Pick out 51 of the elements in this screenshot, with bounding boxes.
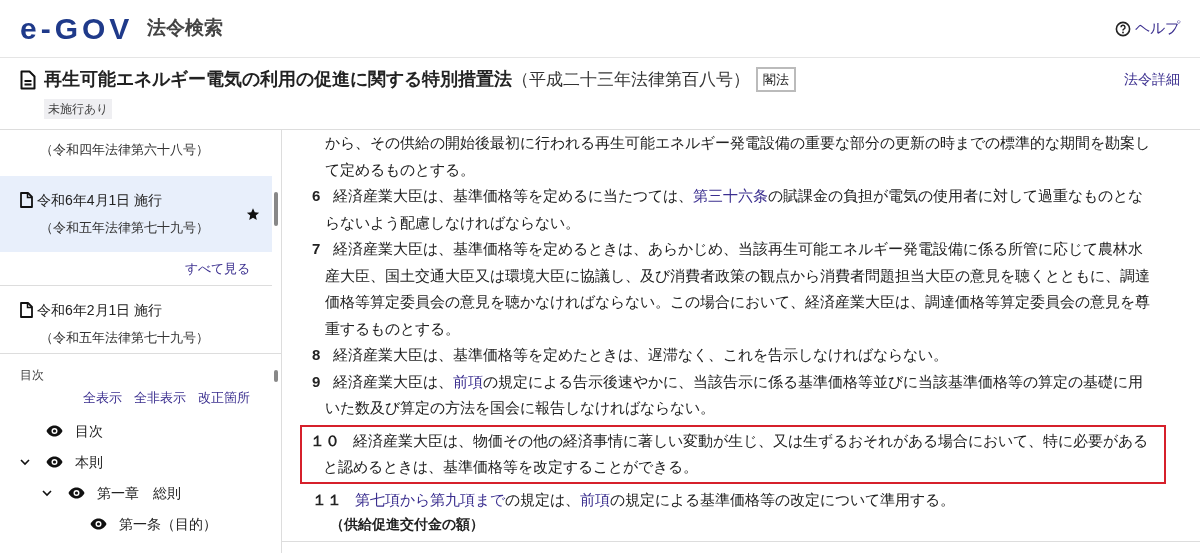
amendment-date: 令和6年4月1日 施行: [37, 190, 163, 210]
amendment-date: 令和6年2月1日 施行: [37, 300, 163, 320]
paragraph-text: 9 経済産業大臣は、前項の規定による告示後速やかに、当該告示に係る基準価格等並びに当該基準価格等の算定の基礎に用いた数及び算定の方法を国会に報告しなければならない。: [312, 371, 1145, 418]
paragraph-number: 7: [312, 240, 321, 257]
toc-item[interactable]: 本則: [75, 451, 103, 473]
paragraph-number: １０: [310, 431, 340, 449]
paragraph-text: から、その供給の開始後最初に行われる再生可能エネルギー発電設備の重要な部分の更新の時までの標準的な期間を勘案して定めるものとする。: [324, 133, 1151, 180]
section-heading: （供給促進交付金の額）: [329, 515, 485, 533]
document-icon: [20, 302, 33, 318]
law-type-tag: 閣法: [756, 66, 796, 93]
paragraph-text: １０ 経済産業大臣は、物価その他の経済事情に著しい変動が生じ、又は生ずるおそれがある場合において、特に必要があると認めるときは、基準価格等を改定することができる。: [310, 430, 1149, 477]
help-icon: [1115, 20, 1131, 37]
toc-action-link[interactable]: 全非表示: [134, 388, 186, 408]
article-link[interactable]: 第七項から第九項まで: [355, 490, 505, 508]
law-details-link[interactable]: 法令詳細: [1124, 69, 1180, 90]
chevron-icon[interactable]: [20, 458, 30, 466]
article-link[interactable]: 第三十六条: [693, 187, 769, 204]
toc-title: 目次: [20, 367, 45, 384]
paragraph-number: 9: [312, 372, 321, 390]
toc-action-link[interactable]: 全表示: [83, 388, 122, 408]
eye-icon[interactable]: [46, 456, 63, 468]
paragraph-text: 7 経済産業大臣は、基準価格等を定めるときは、あらかじめ、当該再生可能エネルギー発電設備に係る所管に応じて農林水産大臣、国土交通大臣又は環境大臣に協議し、及び消費者政策の観点から消費者問題担当大臣の意見を聴くとともに、調達価格等算定委員会の意見を聴かなければならない。この場合において、経済産業大臣は、調達価格等算定委員会の意見を尊重するものとする。: [312, 239, 1151, 339]
paragraph-text: 8 経済産業大臣は、基準価格等を定めたときは、遅滞なく、これを告示しなければならない。: [312, 345, 950, 365]
law-number: （平成二十三年法律第百八号）: [512, 68, 750, 91]
see-all-link[interactable]: すべて見る: [185, 258, 250, 279]
chevron-icon[interactable]: [42, 489, 52, 497]
amendment-item[interactable]: 令和6年4月1日 施行 （令和五年法律第七十九号）: [0, 176, 272, 252]
toc-item[interactable]: 目次: [75, 420, 103, 442]
article-link[interactable]: 前項: [580, 490, 610, 508]
status-badge: 未施行あり: [44, 99, 112, 119]
eye-icon[interactable]: [46, 425, 63, 437]
document-icon: [20, 69, 36, 90]
help-link[interactable]: ヘルプ: [1135, 17, 1180, 40]
service-title: 法令検索: [147, 16, 224, 41]
paragraph-number: 6: [312, 187, 321, 204]
amendment-number: （令和四年法律第六十八号）: [39, 141, 210, 159]
paragraph-number: 8: [312, 346, 321, 363]
logo[interactable]: e-GOV: [20, 13, 134, 44]
law-title: 再生可能エネルギー電気の利用の促進に関する特別措置法: [44, 68, 512, 91]
article-link[interactable]: 前項: [453, 372, 484, 390]
document-icon: [20, 192, 33, 208]
paragraph-text: 6 経済産業大臣は、基準価格等を定めるに当たつては、第三十六条の賦課金の負担が電気の使用者に対して過重なものとならないよう配慮しなければならない。: [312, 186, 1145, 233]
amendment-number: （令和五年法律第七十九号）: [39, 329, 210, 347]
toc-item[interactable]: 第一条（目的）: [119, 513, 217, 535]
toc-action-link[interactable]: 改正箇所: [198, 388, 250, 408]
eye-icon[interactable]: [90, 518, 107, 530]
eye-icon[interactable]: [68, 487, 85, 499]
paragraph-number: １１: [312, 490, 342, 508]
paragraph-text: １１ 第七項から第九項までの規定は、前項の規定による基準価格等の改定について準用する。: [312, 489, 956, 510]
toc-item[interactable]: 第一章 総則: [97, 482, 181, 504]
amendment-number: （令和五年法律第七十九号）: [39, 219, 210, 237]
